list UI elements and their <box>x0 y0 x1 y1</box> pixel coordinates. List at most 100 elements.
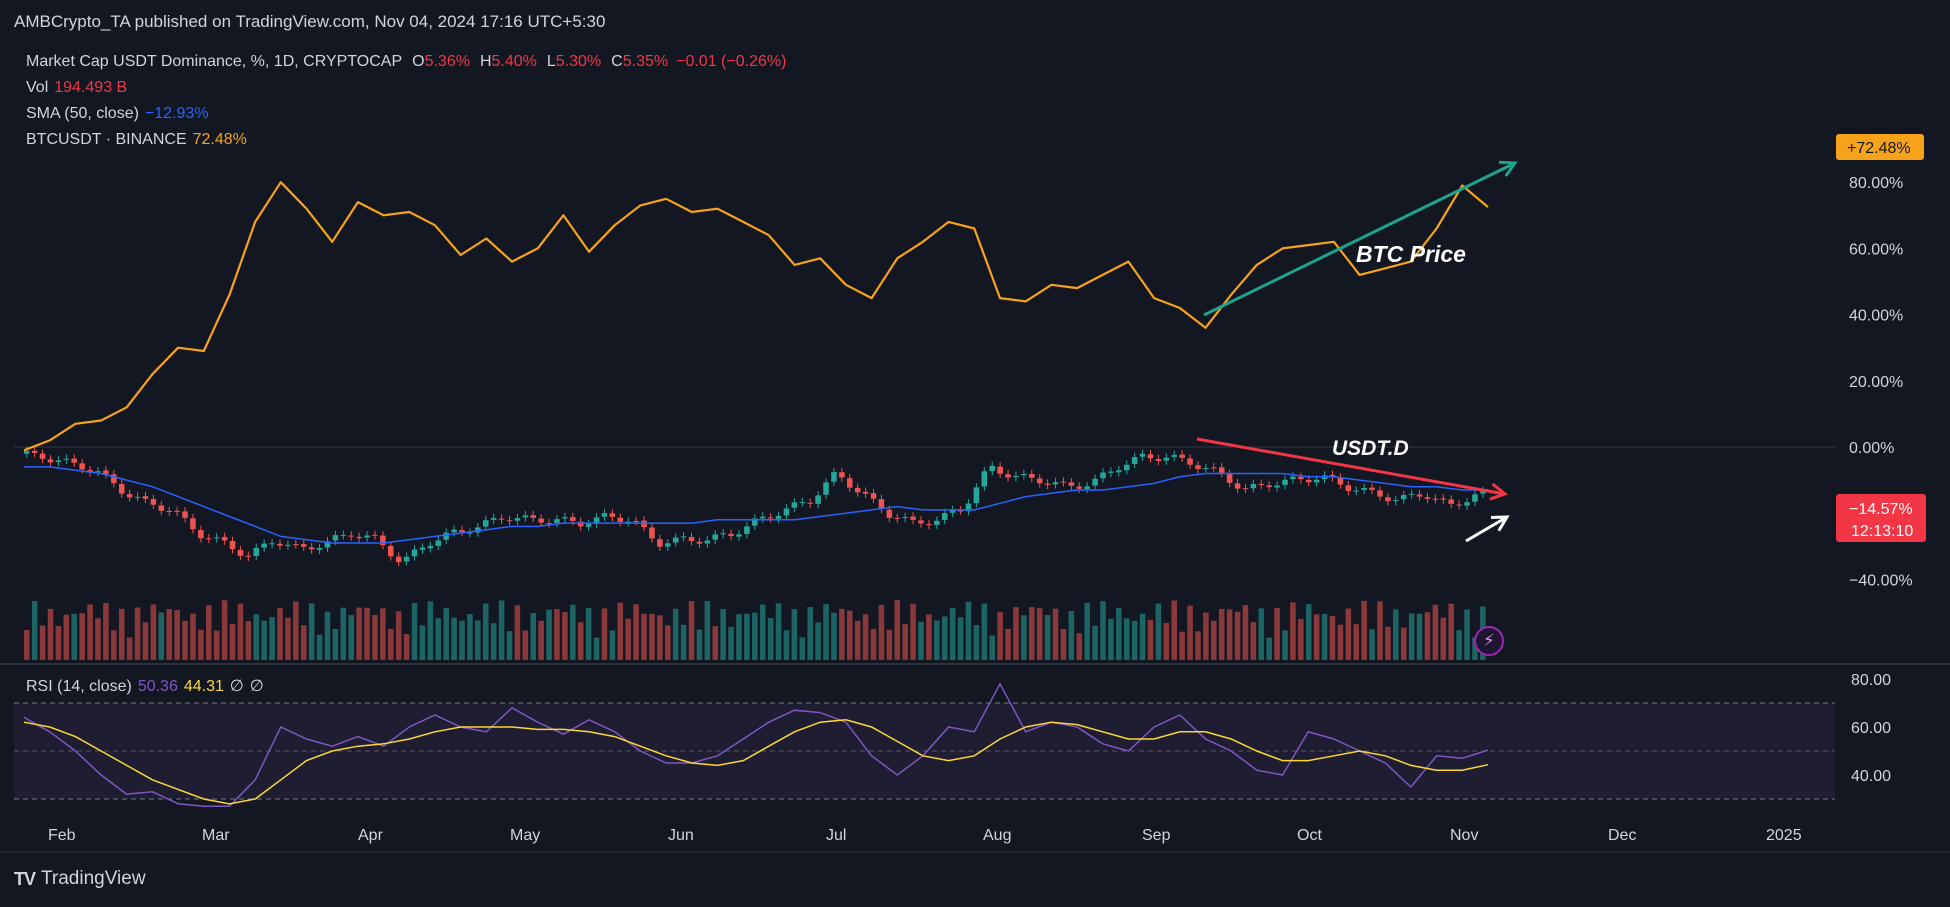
volume-bar <box>902 624 908 660</box>
candle-body <box>1416 494 1423 497</box>
price-axis: 80.00% 60.00% 40.00% 20.00% 0.00% −40.00% 80.0… <box>1836 134 1926 785</box>
volume-bar <box>388 628 394 660</box>
candle-body <box>815 495 821 504</box>
volume-bar <box>1155 603 1162 660</box>
volume-bar <box>55 626 62 660</box>
volume-bar <box>126 637 133 660</box>
volume-bar <box>403 634 410 660</box>
volume-bar <box>229 623 236 660</box>
volume-bar <box>332 628 339 660</box>
volume-bar <box>1377 601 1383 660</box>
volume-bar <box>158 612 165 660</box>
volume-bar <box>1313 614 1320 660</box>
candle-body <box>1400 495 1407 500</box>
volume-bar <box>1250 622 1257 660</box>
volume-bar <box>443 607 449 660</box>
price-tick-label: −40.00% <box>1849 572 1913 589</box>
volume-bar <box>435 618 442 660</box>
volume-bar <box>546 609 552 660</box>
change-value: −0.01 (−0.26%) <box>676 53 787 70</box>
volume-bar <box>348 615 354 660</box>
candle-body <box>498 518 505 520</box>
chart-canvas[interactable]: BTC Price USDT.D 80.00% 60.00% 40.00% 20.00%… <box>0 0 1950 907</box>
time-tick-label: May <box>510 827 540 844</box>
volume-bar <box>1305 604 1312 660</box>
btc-trend-arrow-shaft <box>1203 161 1516 317</box>
candle-body <box>348 535 354 537</box>
volume-bar <box>1361 600 1367 660</box>
candle-body <box>490 517 497 520</box>
candle-body <box>918 520 924 524</box>
btc-trend-arrow <box>1203 160 1518 317</box>
volume-bar <box>514 605 521 660</box>
volume-bar <box>395 611 402 660</box>
candle-body <box>807 502 813 504</box>
price-tick-label: 40.00% <box>1849 308 1903 325</box>
legend-main: Market Cap USDT Dominance, %, 1D, CRYPTO… <box>26 53 786 71</box>
symbol-label[interactable]: Market Cap USDT Dominance, %, 1D, CRYPTO… <box>26 53 402 70</box>
candle-body <box>229 540 236 550</box>
candle-body <box>1052 482 1059 485</box>
candle-body <box>1068 482 1075 486</box>
volume-bar <box>664 625 671 660</box>
volume-bar <box>799 637 806 660</box>
volume-bar <box>261 620 267 660</box>
candle-body <box>213 537 220 539</box>
lightning-icon[interactable]: ⚡ <box>1474 626 1504 656</box>
candle-body <box>926 524 932 526</box>
annotations: BTC Price USDT.D <box>1196 160 1518 543</box>
volume-bar <box>1353 624 1360 660</box>
volume-bar <box>997 611 1003 660</box>
volume-bar <box>1385 626 1391 660</box>
candle-body <box>736 534 742 537</box>
volume-bar <box>340 607 347 660</box>
rsi-label[interactable]: RSI (14, close) <box>26 678 132 695</box>
publisher-line: AMBCrypto_TA published on TradingView.co… <box>14 12 606 31</box>
candle-body <box>506 520 513 522</box>
volume-bar <box>981 603 988 660</box>
volume-bar <box>530 613 537 660</box>
volume-bar <box>791 609 798 660</box>
candle-body <box>451 529 457 533</box>
volume-bar <box>886 629 893 660</box>
legend-btc: BTCUSDT · BINANCE 72.48% <box>26 131 247 149</box>
candle-body <box>482 520 489 527</box>
volume-bar <box>1218 608 1225 660</box>
low-value: 5.30% <box>555 53 602 70</box>
candle-body <box>198 530 204 539</box>
rsi-ma-value: 44.31 <box>183 678 224 695</box>
candle-body <box>1076 486 1083 489</box>
volume-bar <box>736 614 742 660</box>
volume-bar <box>1171 600 1177 660</box>
volume-bar <box>364 607 370 660</box>
candle-body <box>300 544 307 547</box>
footer-brand[interactable]: TradingView <box>41 868 146 890</box>
volume-label[interactable]: Vol <box>26 79 48 96</box>
candle-body <box>1171 454 1177 457</box>
volume-bar <box>910 603 916 660</box>
candle-body <box>680 536 687 538</box>
volume-bar <box>1258 608 1265 660</box>
sma-value: −12.93% <box>144 105 209 122</box>
volume-bar <box>308 603 315 660</box>
volume-bar <box>1234 611 1241 660</box>
candle-body <box>95 471 101 473</box>
candle-body <box>514 518 521 521</box>
candle-body <box>910 516 916 520</box>
candle-body <box>253 547 260 557</box>
volume-bar <box>752 612 758 660</box>
volume-bar <box>807 606 813 660</box>
volume-bar <box>95 618 101 660</box>
volume-bar <box>237 603 244 660</box>
candle-body <box>356 536 362 539</box>
time-axis: Feb Mar Apr May Jun Jul Aug Sep Oct Nov Dec 2025 <box>48 827 1802 844</box>
candle-body <box>1337 477 1344 485</box>
candle-body <box>1131 457 1138 465</box>
btc-label[interactable]: BTCUSDT · BINANCE <box>26 131 187 148</box>
legend-sma: SMA (50, close) −12.93% <box>26 105 209 123</box>
candle-body <box>1092 478 1098 486</box>
volume-bar <box>633 604 639 660</box>
sma-label[interactable]: SMA (50, close) <box>26 105 139 122</box>
volume-bar <box>506 631 513 660</box>
volume-bar <box>767 618 774 660</box>
